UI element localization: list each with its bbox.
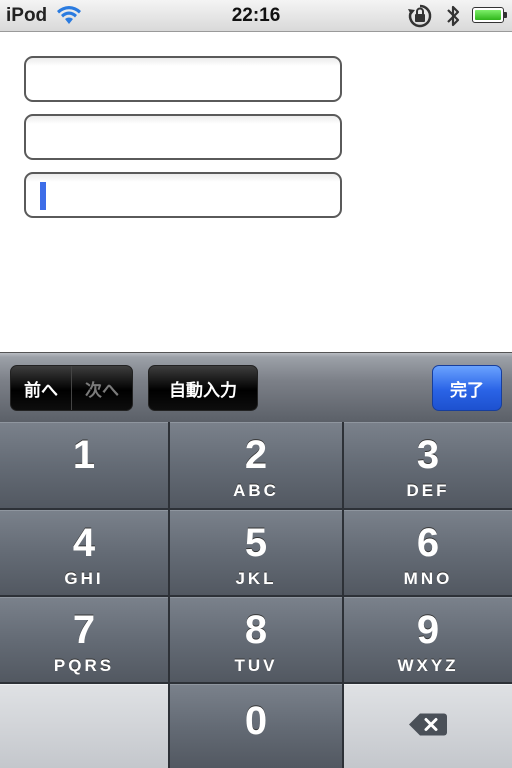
text-field-1-input[interactable] xyxy=(26,58,340,100)
clock: 22:16 xyxy=(231,5,281,26)
key-2[interactable]: 2 ABC xyxy=(170,422,342,508)
battery-icon xyxy=(472,7,504,23)
number-keypad: 1 2 ABC 3 DEF 4 GHI 5 JKL 6 MNO 7 PQRS 8… xyxy=(0,422,512,768)
key-4-letters: GHI xyxy=(64,569,104,588)
status-bar: iPod 22:16 xyxy=(0,0,512,32)
text-field-1[interactable] xyxy=(24,56,342,102)
key-9-number: 9 xyxy=(416,608,440,652)
key-4[interactable]: 4 GHI xyxy=(0,510,168,595)
key-9[interactable]: 9 WXYZ xyxy=(344,597,512,682)
key-3-letters: DEF xyxy=(406,481,450,500)
key-6-letters: MNO xyxy=(403,569,453,588)
key-8-number: 8 xyxy=(244,608,268,652)
key-1-number: 1 xyxy=(72,433,96,477)
next-button[interactable]: 次へ xyxy=(71,366,132,410)
key-5-letters: JKL xyxy=(235,569,277,588)
key-2-number: 2 xyxy=(244,433,268,477)
key-7-number: 7 xyxy=(72,608,96,652)
key-8-letters: TUV xyxy=(234,656,278,675)
rotation-lock-icon xyxy=(406,3,434,34)
blank-key xyxy=(0,684,168,768)
key-2-letters: ABC xyxy=(233,481,279,500)
key-0-number: 0 xyxy=(244,699,268,743)
text-field-2[interactable] xyxy=(24,114,342,160)
key-4-number: 4 xyxy=(72,521,96,565)
key-1[interactable]: 1 xyxy=(0,422,168,508)
delete-key[interactable] xyxy=(344,684,512,768)
text-field-2-input[interactable] xyxy=(26,116,340,158)
key-6[interactable]: 6 MNO xyxy=(344,510,512,595)
key-8[interactable]: 8 TUV xyxy=(170,597,342,682)
battery-nub xyxy=(504,12,507,18)
key-7[interactable]: 7 PQRS xyxy=(0,597,168,682)
key-0[interactable]: 0 xyxy=(170,684,342,768)
done-button[interactable]: 完了 xyxy=(432,365,502,411)
autofill-button[interactable]: 自動入力 xyxy=(148,365,258,411)
backspace-icon xyxy=(408,711,448,742)
text-field-3[interactable] xyxy=(24,172,342,218)
bluetooth-icon xyxy=(444,3,462,34)
previous-button[interactable]: 前へ xyxy=(11,366,71,410)
key-9-letters: WXYZ xyxy=(397,656,459,675)
key-7-letters: PQRS xyxy=(53,656,115,675)
text-field-3-input[interactable] xyxy=(26,174,340,216)
key-3[interactable]: 3 DEF xyxy=(344,422,512,508)
key-6-number: 6 xyxy=(416,521,440,565)
text-cursor xyxy=(40,182,46,210)
key-5[interactable]: 5 JKL xyxy=(170,510,342,595)
key-3-number: 3 xyxy=(416,433,440,477)
prev-next-segmented-control: 前へ 次へ xyxy=(10,365,133,411)
key-5-number: 5 xyxy=(244,521,268,565)
keyboard-accessory-toolbar: 前へ 次へ 自動入力 完了 xyxy=(0,352,512,422)
